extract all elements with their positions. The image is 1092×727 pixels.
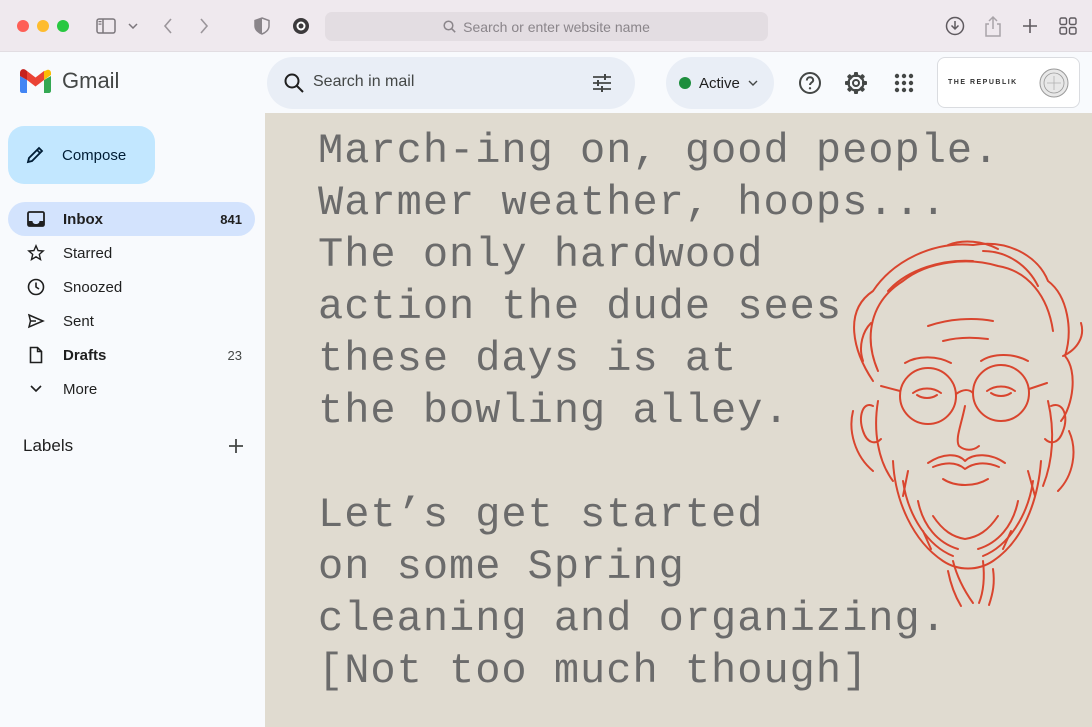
- back-icon[interactable]: [158, 14, 178, 38]
- gmail-m-icon: [20, 69, 51, 93]
- new-tab-icon[interactable]: [1019, 14, 1041, 38]
- download-icon[interactable]: [943, 14, 967, 38]
- chevron-down-icon: [748, 80, 758, 86]
- sidebar-item-sent[interactable]: Sent: [8, 304, 255, 338]
- status-dropdown[interactable]: Active: [666, 57, 774, 109]
- search-icon[interactable]: [283, 72, 305, 94]
- clock-icon: [26, 277, 46, 297]
- send-icon: [26, 311, 46, 331]
- address-bar[interactable]: Search or enter website name: [325, 12, 768, 41]
- sidebar-item-snoozed[interactable]: Snoozed: [8, 270, 255, 304]
- sidebar-item-starred[interactable]: Starred: [8, 236, 255, 270]
- tab-overview-icon[interactable]: [1057, 14, 1079, 38]
- chevron-down-icon: [26, 379, 46, 399]
- sidebar-icon[interactable]: [95, 14, 117, 38]
- compose-button[interactable]: Compose: [8, 126, 155, 184]
- draft-icon: [26, 345, 46, 365]
- maximize-window-button[interactable]: [57, 20, 69, 32]
- search-input[interactable]: Search in mail: [313, 73, 414, 91]
- help-icon[interactable]: [797, 70, 823, 96]
- draft-count: 23: [227, 347, 242, 363]
- forward-icon[interactable]: [194, 14, 214, 38]
- chevron-down-icon[interactable]: [126, 14, 140, 38]
- sidebar-item-label: Sent: [63, 312, 94, 330]
- status-dot: [679, 77, 691, 89]
- account-brand-button[interactable]: THE REPUBLIK: [937, 57, 1080, 108]
- shield-icon[interactable]: [252, 14, 272, 38]
- share-icon[interactable]: [981, 14, 1005, 38]
- status-label: Active: [699, 74, 740, 92]
- compose-label: Compose: [62, 146, 127, 164]
- search-options-icon[interactable]: [591, 72, 613, 94]
- pencil-icon: [26, 146, 44, 164]
- brand-name: THE REPUBLIK: [948, 79, 1018, 86]
- gmail-logo[interactable]: Gmail: [19, 68, 119, 94]
- message-canvas: March-ing on, good people. Warmer weathe…: [265, 113, 1092, 727]
- bearded-man-portrait-illustration: [850, 240, 1083, 607]
- minimize-window-button[interactable]: [37, 20, 49, 32]
- search-icon: [443, 20, 456, 33]
- sidebar-item-more[interactable]: More: [8, 372, 255, 406]
- brand-seal-icon: [1039, 68, 1069, 97]
- apps-grid-icon[interactable]: [891, 70, 917, 96]
- address-placeholder: Search or enter website name: [463, 18, 650, 35]
- sidebar-item-label: Starred: [63, 244, 113, 262]
- labels-heading: Labels: [23, 436, 74, 455]
- add-label-icon[interactable]: [226, 436, 246, 456]
- browser-toolbar: Search or enter website name: [0, 0, 1092, 52]
- star-icon: [26, 243, 46, 263]
- sidebar-item-drafts[interactable]: Drafts 23: [8, 338, 255, 372]
- close-window-button[interactable]: [17, 20, 29, 32]
- sidebar-item-inbox[interactable]: Inbox 841: [8, 202, 255, 236]
- app-name: Gmail: [62, 68, 120, 93]
- unread-count: 841: [220, 211, 242, 227]
- sidebar-item-label: More: [63, 380, 98, 398]
- sidebar-item-label: Inbox: [63, 210, 103, 228]
- mail-search-bar[interactable]: Search in mail: [267, 57, 635, 109]
- sidebar-item-label: Drafts: [63, 346, 107, 364]
- inbox-icon: [26, 209, 46, 229]
- settings-gear-icon[interactable]: [843, 70, 869, 96]
- extension-icon[interactable]: [290, 14, 312, 38]
- sidebar-nav: Inbox 841 Starred Snoozed Sent Drafts 23…: [8, 202, 255, 406]
- sidebar-item-label: Snoozed: [63, 278, 123, 296]
